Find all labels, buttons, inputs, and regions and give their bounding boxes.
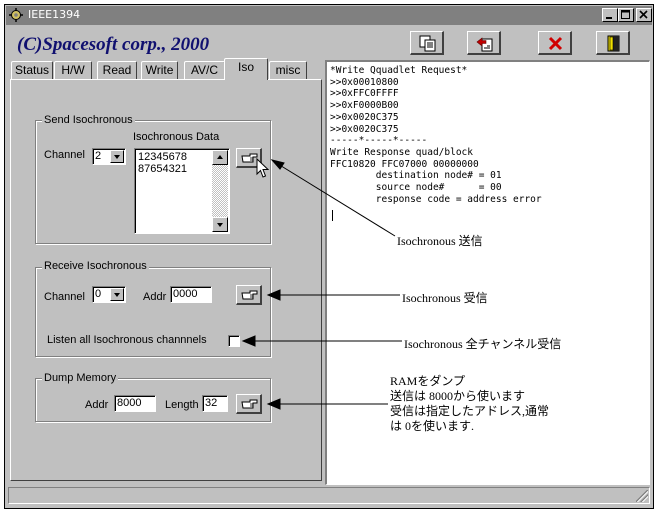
arrowhead-icon	[266, 289, 281, 301]
tab-iso[interactable]: Iso	[224, 58, 268, 80]
callout-arrows	[241, 159, 402, 410]
arrowhead-icon	[241, 335, 256, 347]
arrowhead-icon	[270, 159, 285, 170]
arrowhead-icon	[266, 398, 281, 410]
callout-arrow-line	[277, 163, 396, 237]
